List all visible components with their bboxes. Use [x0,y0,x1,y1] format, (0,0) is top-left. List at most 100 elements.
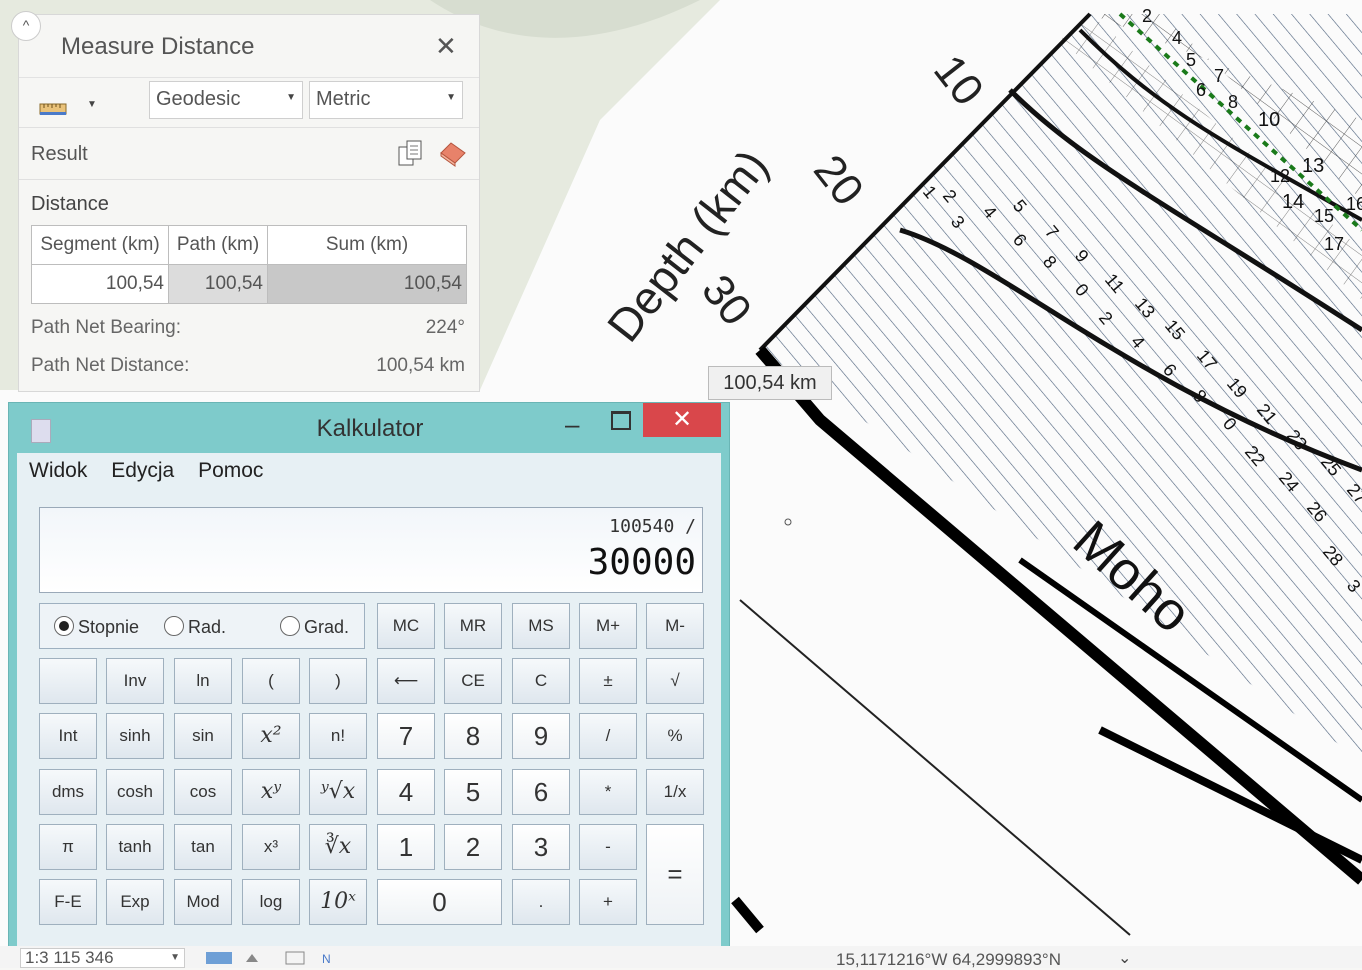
measure-ruler-icon[interactable] [39,101,67,117]
divider [19,127,479,128]
table-header: Path (km) [168,225,268,265]
key-log[interactable]: log [242,879,300,925]
value-readout: 30000 [587,542,696,583]
key-tan[interactable]: tan [174,824,232,870]
key-sym8[interactable]: ± [579,658,637,704]
distance-label: Distance [31,193,109,215]
key-sin[interactable]: sin [174,713,232,759]
layer-number: 4 [1172,28,1182,48]
key-7[interactable]: 7 [377,713,435,759]
key-CE[interactable]: CE [444,658,502,704]
layer-number: 5 [1186,50,1196,70]
close-button[interactable]: ✕ [643,403,721,437]
coordinates-readout: 15,1171216°W 64,2999893°N [836,950,1062,969]
radio-unchecked-icon [280,616,300,636]
key-dms[interactable]: dms [39,769,97,815]
measure-mode-dropdown-icon[interactable]: ▼ [87,99,97,110]
chevron-down-icon[interactable]: ⌄ [1118,948,1131,968]
units-select[interactable]: Metric ▼ [309,81,463,119]
decimal-button[interactable]: . [512,879,570,925]
key-sym3[interactable]: ( [242,658,300,704]
plus-button[interactable]: + [579,879,637,925]
key-0[interactable]: 0 [377,879,502,925]
radio-grads[interactable]: Grad. [280,616,349,638]
key-1[interactable]: 1 [377,824,435,870]
key-sym8[interactable]: * [579,769,637,815]
net-distance-label: Path Net Distance: [31,355,190,376]
bearing-value: 224° [425,317,465,338]
collapse-panel-button[interactable]: ^ [11,11,41,41]
radio-degrees[interactable]: Stopnie [54,616,139,638]
key-1x[interactable]: 1/x [646,769,704,815]
m-minus-button[interactable]: M- [646,603,704,649]
table-header: Sum (km) [267,225,467,265]
mc-button[interactable]: MC [377,603,435,649]
layer-number: 2 [1142,6,1152,26]
copy-icon[interactable] [397,139,423,167]
key-blank[interactable] [39,658,97,704]
menu-item-view[interactable]: Widok [29,459,87,482]
layer-number: 12 [1270,166,1290,186]
layer-number: 8 [1228,92,1238,112]
panel-title: Measure Distance [61,33,255,60]
key-x[interactable]: x² [242,713,300,759]
key-ln[interactable]: ln [174,658,232,704]
key-cosh[interactable]: cosh [106,769,164,815]
key-Exp[interactable]: Exp [106,879,164,925]
key-FE[interactable]: F-E [39,879,97,925]
ms-button[interactable]: MS [512,603,570,649]
radio-label: Stopnie [78,617,140,637]
key-10[interactable]: 10ˣ [309,879,367,925]
key-2[interactable]: 2 [444,824,502,870]
key-x[interactable]: ʸ√x [309,769,367,815]
key-3[interactable]: 3 [512,824,570,870]
close-icon[interactable]: ✕ [435,31,457,62]
layer-number: 16 [1346,194,1362,214]
key-x[interactable]: xʸ [242,769,300,815]
key-sym9[interactable]: √ [646,658,704,704]
key-sym8[interactable]: - [579,824,637,870]
key-5[interactable]: 5 [444,769,502,815]
key-8[interactable]: 8 [444,713,502,759]
key-Inv[interactable]: Inv [106,658,164,704]
key-sym4[interactable]: ) [309,658,367,704]
key-sym8[interactable]: / [579,713,637,759]
table-header: Segment (km) [31,225,169,265]
key-sinh[interactable]: sinh [106,713,164,759]
geodesic-select[interactable]: Geodesic ▼ [149,81,303,119]
key-Mod[interactable]: Mod [174,879,232,925]
key-Int[interactable]: Int [39,713,97,759]
status-toolbar-icons[interactable]: N [200,950,360,966]
m-plus-button[interactable]: M+ [579,603,637,649]
menu-item-help[interactable]: Pomoc [198,459,263,482]
layer-number: 15 [1314,206,1334,226]
table-cell: 100,54 [168,264,268,304]
key-sym5[interactable]: ⟵ [377,658,435,704]
radio-radians[interactable]: Rad. [164,616,226,638]
key-tanh[interactable]: tanh [106,824,164,870]
chevron-down-icon: ▼ [446,92,456,103]
key-cos[interactable]: cos [174,769,232,815]
key-9[interactable]: 9 [512,713,570,759]
key-sym9[interactable]: % [646,713,704,759]
distance-tooltip: 100,54 km [708,366,832,400]
mr-button[interactable]: MR [444,603,502,649]
key-sym0[interactable]: π [39,824,97,870]
geodesic-select-value: Geodesic [156,88,241,110]
scale-select[interactable]: 1:3 115 346 ▼ [20,948,185,968]
equals-button[interactable]: = [646,824,704,925]
menu-item-edit[interactable]: Edycja [111,459,174,482]
key-n[interactable]: n! [309,713,367,759]
key-x[interactable]: x³ [242,824,300,870]
layer-number: 14 [1282,191,1304,213]
expression-readout: 100540 / [609,516,696,537]
chevron-down-icon: ▼ [170,952,180,963]
key-C[interactable]: C [512,658,570,704]
minimize-button[interactable]: – [565,409,579,440]
key-x[interactable]: ∛x [309,824,367,870]
eraser-icon[interactable] [437,139,467,167]
maximize-button[interactable] [611,411,631,430]
scale-value: 1:3 115 346 [25,948,114,967]
key-4[interactable]: 4 [377,769,435,815]
key-6[interactable]: 6 [512,769,570,815]
